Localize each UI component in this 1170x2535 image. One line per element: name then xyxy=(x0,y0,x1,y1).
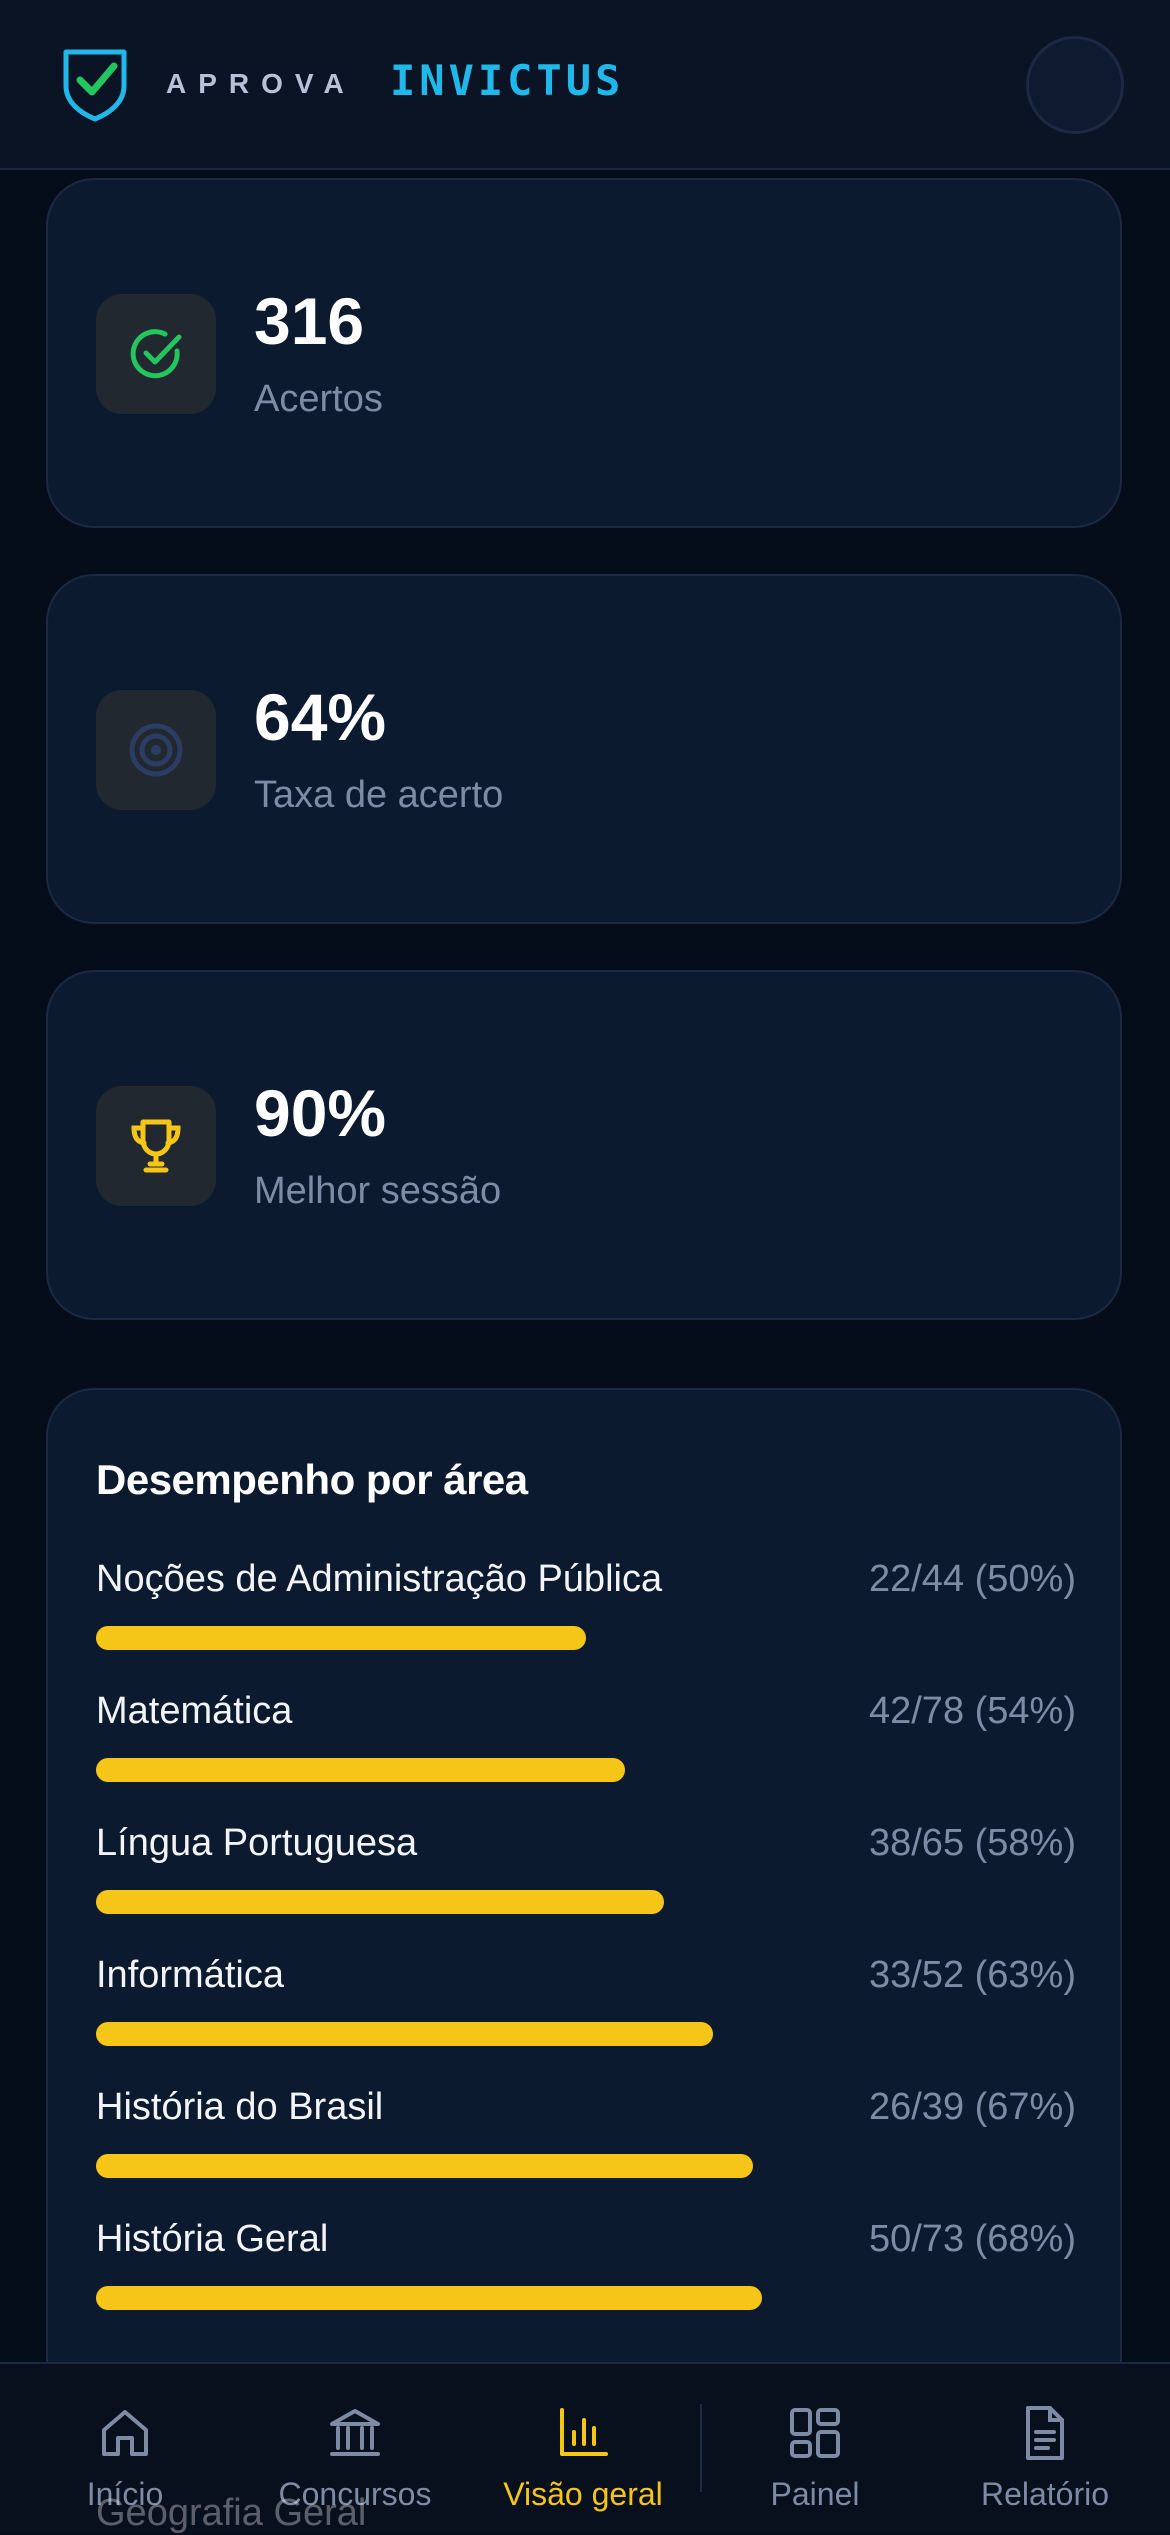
stat-card-best-session: 90% Melhor sessão xyxy=(46,970,1122,1320)
nav-item-painel[interactable]: Painel xyxy=(700,2364,930,2534)
performance-row: História do Brasil 26/39 (67%) xyxy=(96,2088,1076,2220)
area-progress-bar xyxy=(96,2022,713,2046)
target-icon xyxy=(96,690,216,810)
area-name: Noções de Administração Pública xyxy=(96,1558,663,1600)
nav-item-visao-geral[interactable]: Visão geral xyxy=(468,2364,698,2534)
area-name: Língua Portuguesa xyxy=(96,1822,418,1864)
shield-check-logo-icon xyxy=(63,49,127,122)
performance-list: Noções de Administração Pública 22/44 (5… xyxy=(96,1560,1076,2352)
app-header: APROVA INVICTUS xyxy=(0,0,1170,170)
performance-by-area-card: Desempenho por área Noções de Administra… xyxy=(46,1388,1122,2362)
nav-label: Visão geral xyxy=(503,2476,663,2512)
area-name: Informática xyxy=(96,1954,284,1996)
area-name-partially-visible: Geografia Geral xyxy=(96,2492,367,2534)
performance-row: Matemática 42/78 (54%) xyxy=(96,1692,1076,1824)
user-avatar-button[interactable] xyxy=(1026,36,1124,134)
area-score: 22/44 (50%) xyxy=(868,1558,1076,1600)
home-icon xyxy=(102,2410,148,2456)
nav-label: Painel xyxy=(770,2476,860,2512)
bar-chart-icon xyxy=(560,2408,608,2456)
area-score: 26/39 (67%) xyxy=(868,2086,1076,2128)
area-progress-bar xyxy=(96,1626,586,1650)
stat-label: Acertos xyxy=(254,378,383,420)
nav-label: Relatório xyxy=(980,2476,1110,2512)
overview-content[interactable]: 316 Acertos 64% Taxa de acerto 90% Melho… xyxy=(0,170,1170,2362)
area-score: 38/65 (58%) xyxy=(868,1822,1076,1864)
trophy-icon xyxy=(96,1086,216,1206)
area-name: História Geral xyxy=(96,2218,329,2260)
area-score: 42/78 (54%) xyxy=(868,1690,1076,1732)
performance-row: Noções de Administração Pública 22/44 (5… xyxy=(96,1560,1076,1692)
area-progress-bar xyxy=(96,2286,762,2310)
area-name: Matemática xyxy=(96,1690,293,1732)
performance-title: Desempenho por área xyxy=(96,1456,528,1503)
brand-prefix: APROVA xyxy=(166,68,356,99)
nav-item-relatorio[interactable]: Relatório xyxy=(930,2364,1160,2534)
performance-row: Língua Portuguesa 38/65 (58%) xyxy=(96,1824,1076,1956)
stat-label: Melhor sessão xyxy=(254,1170,502,1212)
stat-label: Taxa de acerto xyxy=(254,774,504,816)
check-circle-icon xyxy=(96,294,216,414)
stat-value: 316 xyxy=(254,284,365,358)
area-progress-bar xyxy=(96,1758,625,1782)
stat-value: 64% xyxy=(254,680,387,754)
performance-row: Informática 33/52 (63%) xyxy=(96,1956,1076,2088)
stat-card-correct: 316 Acertos xyxy=(46,178,1122,528)
bank-icon xyxy=(330,2409,380,2456)
performance-row: História Geral 50/73 (68%) xyxy=(96,2220,1076,2352)
document-icon xyxy=(1026,2406,1064,2460)
area-score: 33/52 (63%) xyxy=(868,1954,1076,1996)
stat-value: 90% xyxy=(254,1076,387,1150)
area-progress-bar xyxy=(96,1890,664,1914)
area-score: 50/73 (68%) xyxy=(868,2218,1076,2260)
stat-card-accuracy: 64% Taxa de acerto xyxy=(46,574,1122,924)
brand-name: INVICTUS xyxy=(390,56,625,105)
grid-icon xyxy=(790,2408,840,2458)
area-name: História do Brasil xyxy=(96,2086,384,2128)
area-progress-bar xyxy=(96,2154,753,2178)
